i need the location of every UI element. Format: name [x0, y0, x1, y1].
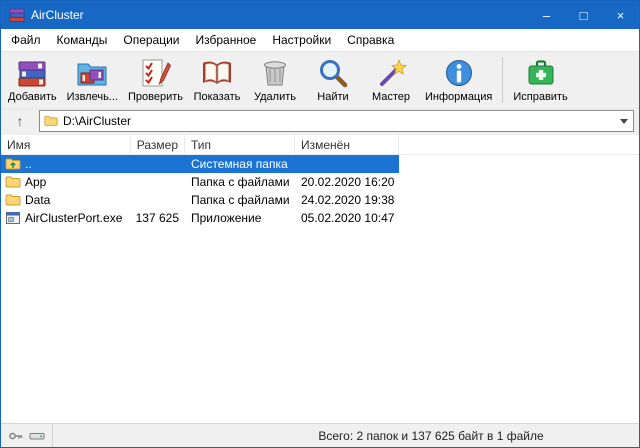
up-arrow-icon: ↑ [17, 113, 24, 129]
table-row[interactable]: App Папка с файлами 20.02.2020 16:20 [1, 173, 399, 191]
toolbar-button-label: Удалить [254, 91, 296, 103]
view-icon [201, 57, 233, 89]
statusbar: Всего: 2 папок и 137 625 байт в 1 файле [1, 423, 639, 447]
file-name: Data [25, 193, 50, 207]
add-archive-icon [16, 57, 48, 89]
file-type: Системная папка [185, 155, 295, 173]
toolbar-button-add[interactable]: Добавить [3, 55, 62, 105]
file-size: 137 625 [131, 209, 185, 227]
file-size [131, 173, 185, 191]
file-modified: 05.02.2020 10:47 [295, 209, 399, 227]
repair-icon [525, 57, 557, 89]
toolbar-button-label: Показать [194, 91, 241, 103]
column-header-name[interactable]: Имя [1, 135, 131, 154]
folder-icon [5, 174, 21, 190]
folder-icon [44, 114, 58, 128]
close-button[interactable]: × [602, 1, 639, 29]
column-header-size[interactable]: Размер [131, 135, 185, 154]
file-type: Приложение [185, 209, 295, 227]
menu-commands[interactable]: Команды [49, 30, 116, 50]
toolbar-button-label: Найти [317, 91, 348, 103]
toolbar: Добавить Извлечь... [1, 51, 639, 109]
delete-icon [259, 57, 291, 89]
toolbar-button-delete[interactable]: Удалить [246, 55, 304, 105]
file-type: Папка с файлами [185, 191, 295, 209]
chevron-down-icon [620, 119, 628, 124]
extract-icon [76, 57, 108, 89]
toolbar-button-label: Проверить [128, 91, 183, 103]
table-row[interactable]: AirClusterPort.exe 137 625 Приложение 05… [1, 209, 399, 227]
folder-icon [5, 192, 21, 208]
folder-up-icon [5, 156, 21, 172]
window-title: AirCluster [31, 8, 522, 22]
up-directory-button[interactable]: ↑ [3, 110, 37, 132]
toolbar-button-label: Извлечь... [67, 91, 118, 103]
toolbar-button-extract[interactable]: Извлечь... [62, 55, 123, 105]
column-header-modified[interactable]: Изменён [295, 135, 399, 154]
file-name: App [25, 175, 46, 189]
find-icon [317, 57, 349, 89]
toolbar-button-repair[interactable]: Исправить [508, 55, 572, 105]
status-total-text: Всего: 2 папок и 137 625 байт в 1 файле [53, 429, 639, 443]
file-modified: 24.02.2020 19:38 [295, 191, 399, 209]
app-window: AirCluster – □ × Файл Команды Операции И… [0, 0, 640, 448]
app-icon [9, 7, 25, 23]
window-controls: – □ × [528, 1, 639, 29]
wizard-icon [375, 57, 407, 89]
file-size [131, 155, 185, 173]
toolbar-button-label: Информация [425, 91, 492, 103]
menu-operations[interactable]: Операции [115, 30, 187, 50]
file-modified [295, 155, 399, 173]
file-modified: 20.02.2020 16:20 [295, 173, 399, 191]
table-row[interactable]: .. Системная папка [1, 155, 399, 173]
dropdown-button[interactable] [615, 111, 633, 131]
table-row[interactable]: Data Папка с файлами 24.02.2020 19:38 [1, 191, 399, 209]
test-icon [139, 57, 171, 89]
menubar: Файл Команды Операции Избранное Настройк… [1, 29, 639, 51]
menu-settings[interactable]: Настройки [264, 30, 339, 50]
file-name: .. [25, 157, 32, 171]
column-header-type[interactable]: Тип [185, 135, 295, 154]
toolbar-button-label: Добавить [8, 91, 57, 103]
application-icon [5, 210, 21, 226]
file-type: Папка с файлами [185, 173, 295, 191]
toolbar-button-view[interactable]: Показать [188, 55, 246, 105]
toolbar-button-test[interactable]: Проверить [123, 55, 188, 105]
menu-file[interactable]: Файл [3, 30, 49, 50]
menu-help[interactable]: Справка [339, 30, 402, 50]
toolbar-button-wizard[interactable]: Мастер [362, 55, 420, 105]
toolbar-button-info[interactable]: Информация [420, 55, 497, 105]
toolbar-button-label: Исправить [513, 91, 567, 103]
list-header: Имя Размер Тип Изменён [1, 135, 639, 155]
file-name: AirClusterPort.exe [25, 211, 122, 225]
drive-icon[interactable] [29, 428, 45, 444]
file-size [131, 191, 185, 209]
info-icon [443, 57, 475, 89]
key-icon[interactable] [8, 428, 24, 444]
titlebar: AirCluster – □ × [1, 1, 639, 29]
toolbar-button-find[interactable]: Найти [304, 55, 362, 105]
toolbar-separator [502, 57, 503, 103]
address-bar: ↑ D:\AirCluster [1, 109, 639, 135]
maximize-button[interactable]: □ [565, 1, 602, 29]
current-path: D:\AirCluster [63, 114, 610, 128]
path-combobox[interactable]: D:\AirCluster [39, 110, 634, 132]
menu-favorites[interactable]: Избранное [188, 30, 265, 50]
minimize-button[interactable]: – [528, 1, 565, 29]
statusbar-icons [1, 424, 53, 447]
toolbar-button-label: Мастер [372, 91, 410, 103]
file-list: Имя Размер Тип Изменён .. Системная папк… [1, 135, 639, 423]
